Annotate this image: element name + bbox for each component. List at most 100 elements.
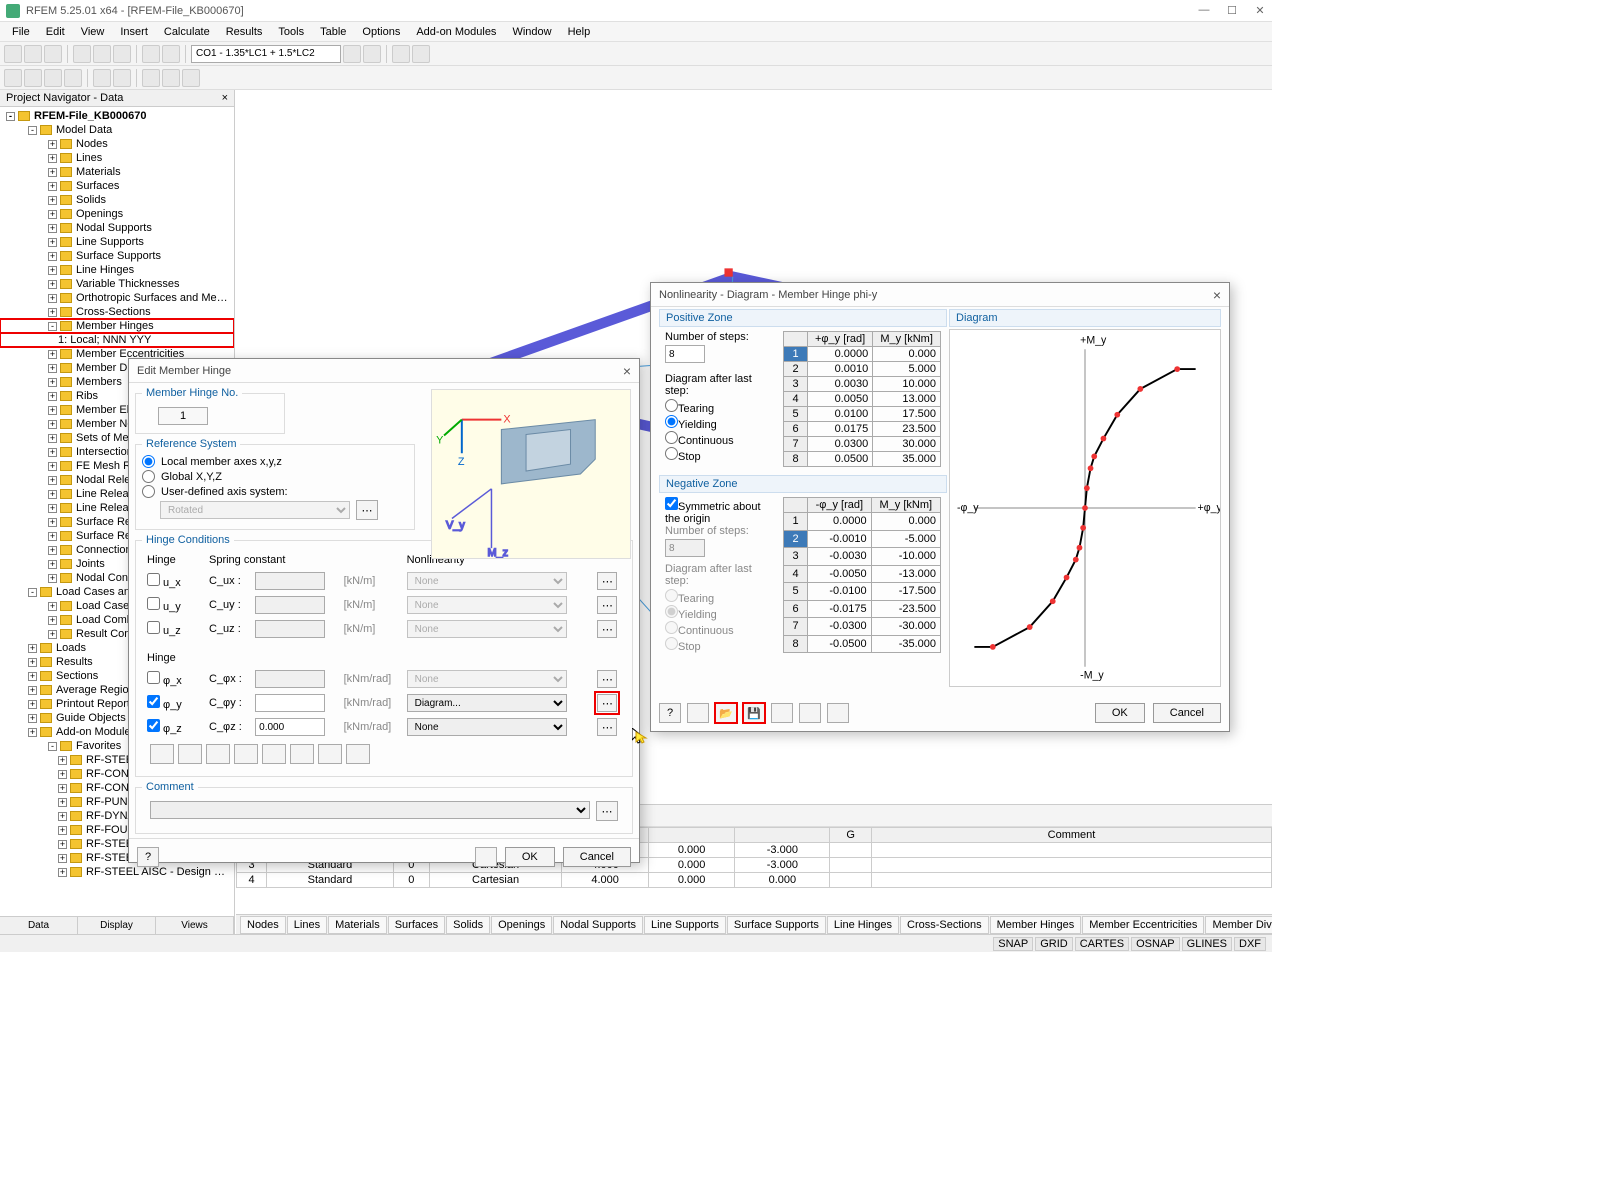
preset-5-icon[interactable] bbox=[262, 744, 286, 764]
pos-continuous-radio[interactable] bbox=[665, 431, 678, 444]
menu-help[interactable]: Help bbox=[560, 24, 599, 40]
load-case-combo[interactable] bbox=[191, 45, 341, 63]
tree-item[interactable]: +Surfaces bbox=[0, 179, 234, 193]
status-glines[interactable]: GLINES bbox=[1182, 937, 1232, 951]
help2-icon[interactable]: ? bbox=[659, 703, 681, 723]
nonlin-more-icon[interactable]: ⋯ bbox=[597, 596, 617, 614]
status-dxf[interactable]: DXF bbox=[1234, 937, 1266, 951]
tb-undo-icon[interactable] bbox=[93, 45, 111, 63]
tb-next-icon[interactable] bbox=[363, 45, 381, 63]
tb-open-icon[interactable] bbox=[24, 45, 42, 63]
tree-hinge-1[interactable]: 1: Local; NNN YYY bbox=[0, 333, 234, 347]
tb-prev-icon[interactable] bbox=[343, 45, 361, 63]
tree-root[interactable]: -RFEM-File_KB000670 bbox=[0, 109, 234, 123]
menu-addon[interactable]: Add-on Modules bbox=[408, 24, 504, 40]
ref-local-radio[interactable] bbox=[142, 455, 155, 468]
nonlin-select[interactable]: None bbox=[407, 572, 567, 590]
tree-item[interactable]: +Nodes bbox=[0, 137, 234, 151]
menu-edit[interactable]: Edit bbox=[38, 24, 73, 40]
nonlin-select[interactable]: None bbox=[407, 596, 567, 614]
preset-8-icon[interactable] bbox=[346, 744, 370, 764]
navigator-close-icon[interactable]: × bbox=[222, 92, 228, 104]
spring-input[interactable] bbox=[255, 596, 325, 614]
bottom-tab[interactable]: Cross-Sections bbox=[900, 916, 989, 934]
spring-input[interactable] bbox=[255, 620, 325, 638]
tb-results-icon[interactable] bbox=[162, 45, 180, 63]
spring-input[interactable] bbox=[255, 670, 325, 688]
pos-steps-input[interactable] bbox=[665, 345, 705, 363]
bottom-tab[interactable]: Solids bbox=[446, 916, 490, 934]
maximize-button[interactable]: ☐ bbox=[1226, 4, 1238, 17]
tb-line-icon[interactable] bbox=[24, 69, 42, 87]
hinge-check[interactable] bbox=[147, 573, 160, 586]
menu-tools[interactable]: Tools bbox=[270, 24, 312, 40]
tree-item[interactable]: +Variable Thicknesses bbox=[0, 277, 234, 291]
hinge-check[interactable] bbox=[147, 719, 160, 732]
units-icon[interactable] bbox=[475, 847, 497, 867]
tb-move-icon[interactable] bbox=[162, 69, 180, 87]
tb-rotate-icon[interactable] bbox=[182, 69, 200, 87]
minimize-button[interactable]: — bbox=[1198, 4, 1210, 17]
nonlin-select[interactable]: None bbox=[407, 670, 567, 688]
ref-global-radio[interactable] bbox=[142, 470, 155, 483]
tb-support-icon[interactable] bbox=[93, 69, 111, 87]
nonlin-select[interactable]: Diagram... bbox=[407, 694, 567, 712]
preset-2-icon[interactable] bbox=[178, 744, 202, 764]
bottom-tab[interactable]: Materials bbox=[328, 916, 387, 934]
pos-yielding-radio[interactable] bbox=[665, 415, 678, 428]
tb-select-icon[interactable] bbox=[142, 69, 160, 87]
nav-tab-views[interactable]: Views bbox=[156, 917, 234, 934]
tb-render-icon[interactable] bbox=[392, 45, 410, 63]
tree-item[interactable]: +Materials bbox=[0, 165, 234, 179]
nonlin-more-icon[interactable]: ⋯ bbox=[597, 718, 617, 736]
save-file-icon[interactable]: 💾 bbox=[743, 703, 765, 723]
status-snap[interactable]: SNAP bbox=[993, 937, 1033, 951]
bottom-tab[interactable]: Surfaces bbox=[388, 916, 445, 934]
status-grid[interactable]: GRID bbox=[1035, 937, 1073, 951]
open-file-icon[interactable]: 📂 bbox=[715, 703, 737, 723]
bottom-tab[interactable]: Line Hinges bbox=[827, 916, 899, 934]
tree-item[interactable]: +Lines bbox=[0, 151, 234, 165]
hinge-check[interactable] bbox=[147, 621, 160, 634]
preset-1-icon[interactable] bbox=[150, 744, 174, 764]
tb-print-icon[interactable] bbox=[73, 45, 91, 63]
dialog-title-bar[interactable]: Edit Member Hinge × bbox=[129, 359, 639, 383]
tree-item[interactable]: +Nodal Supports bbox=[0, 221, 234, 235]
tb-calc-icon[interactable] bbox=[142, 45, 160, 63]
bottom-tab[interactable]: Surface Supports bbox=[727, 916, 826, 934]
hinge-check[interactable] bbox=[147, 695, 160, 708]
tree-item[interactable]: +Openings bbox=[0, 207, 234, 221]
symmetric-checkbox[interactable] bbox=[665, 497, 678, 510]
spring-input[interactable] bbox=[255, 694, 325, 712]
comment-select[interactable] bbox=[150, 801, 590, 819]
pos-data-table[interactable]: +φ_y [rad]M_y [kNm] 10.00000.00020.00105… bbox=[783, 331, 941, 467]
nonlin-cancel-button[interactable]: Cancel bbox=[1153, 703, 1221, 723]
chart-icon[interactable] bbox=[827, 703, 849, 723]
tree-item[interactable]: +Orthotropic Surfaces and Membrane bbox=[0, 291, 234, 305]
preset-4-icon[interactable] bbox=[234, 744, 258, 764]
spring-input[interactable] bbox=[255, 718, 325, 736]
pos-stop-radio[interactable] bbox=[665, 447, 678, 460]
menu-view[interactable]: View bbox=[73, 24, 113, 40]
nonlin-title-bar[interactable]: Nonlinearity - Diagram - Member Hinge ph… bbox=[651, 283, 1229, 307]
tree-item[interactable]: +Solids bbox=[0, 193, 234, 207]
preset-3-icon[interactable] bbox=[206, 744, 230, 764]
bottom-tab[interactable]: Lines bbox=[287, 916, 327, 934]
tb-display-icon[interactable] bbox=[412, 45, 430, 63]
hinge-check[interactable] bbox=[147, 671, 160, 684]
preset-6-icon[interactable] bbox=[290, 744, 314, 764]
ok-button[interactable]: OK bbox=[505, 847, 555, 867]
menu-table[interactable]: Table bbox=[312, 24, 354, 40]
bottom-tab[interactable]: Member Hinges bbox=[990, 916, 1082, 934]
nonlin-more-icon[interactable]: ⋯ bbox=[597, 620, 617, 638]
nav-tab-data[interactable]: Data bbox=[0, 917, 78, 934]
bottom-tab[interactable]: Line Supports bbox=[644, 916, 726, 934]
ref-pick-icon[interactable]: ⋯ bbox=[356, 500, 378, 520]
tb-node-icon[interactable] bbox=[4, 69, 22, 87]
nonlin-select[interactable]: None bbox=[407, 620, 567, 638]
menu-options[interactable]: Options bbox=[354, 24, 408, 40]
status-cartes[interactable]: CARTES bbox=[1075, 937, 1129, 951]
menu-results[interactable]: Results bbox=[218, 24, 271, 40]
nonlin-more-icon[interactable]: ⋯ bbox=[597, 572, 617, 590]
help-icon[interactable]: ? bbox=[137, 847, 159, 867]
